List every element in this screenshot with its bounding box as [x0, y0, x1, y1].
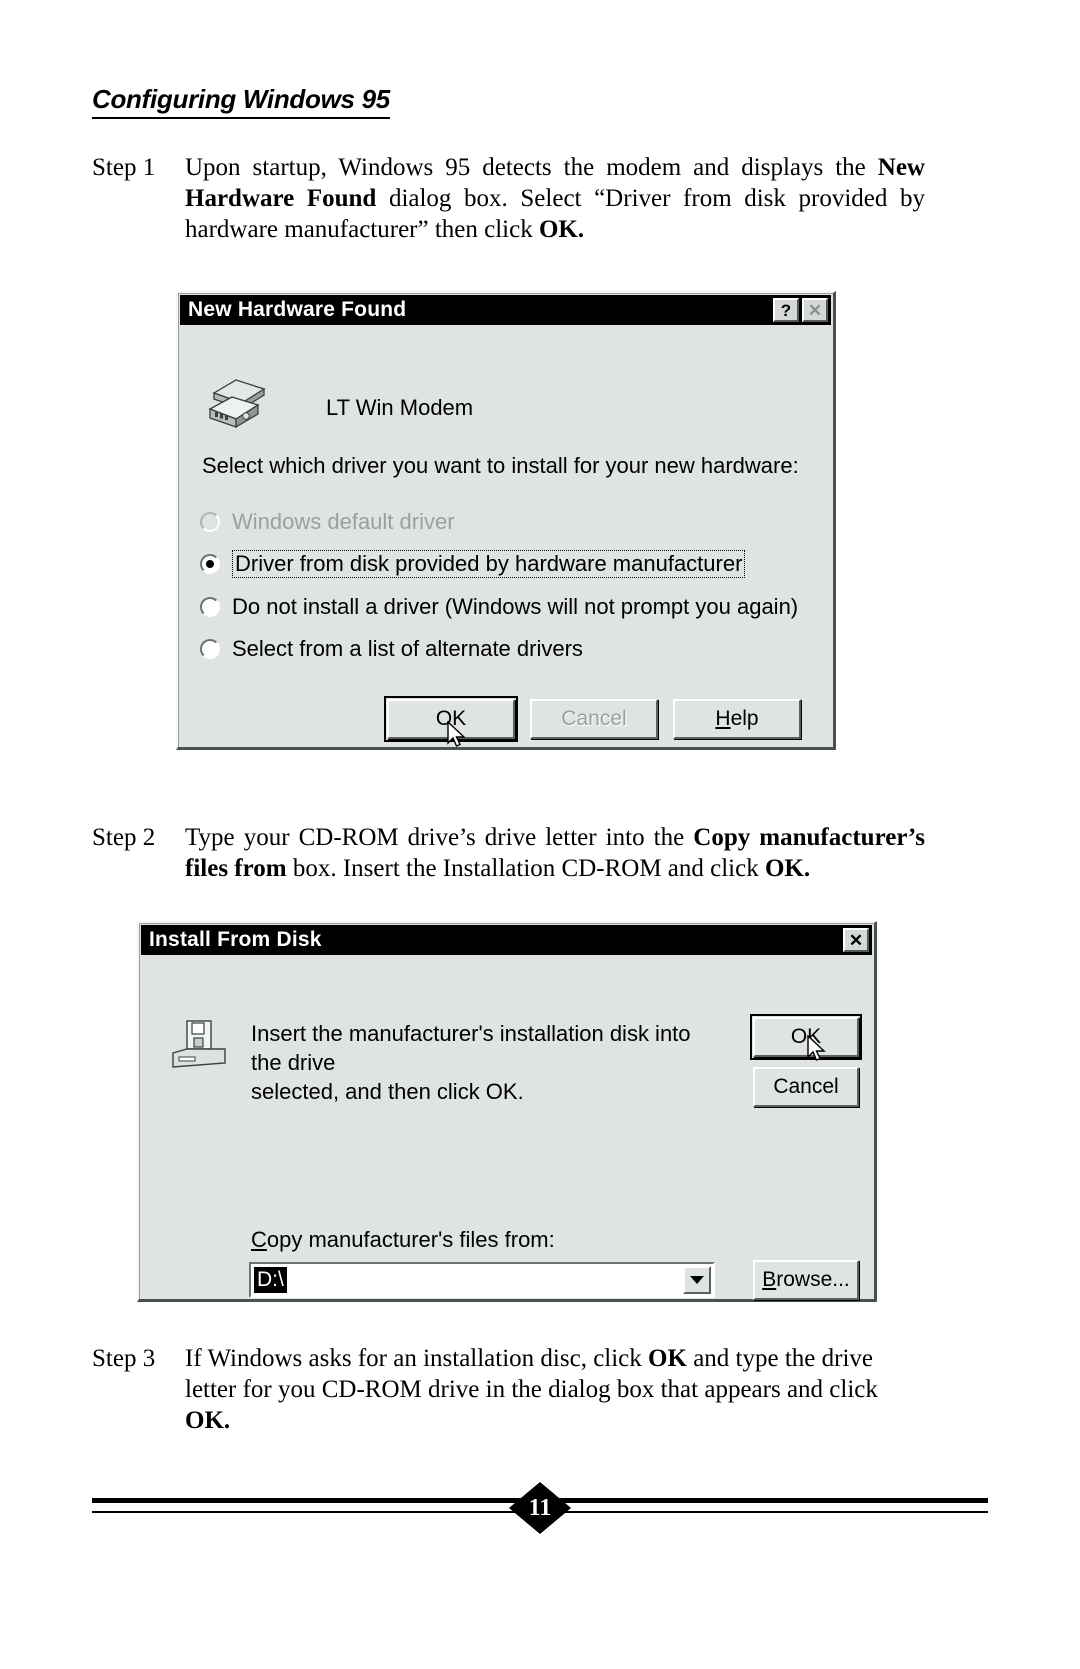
help-button[interactable]: Help — [673, 699, 801, 739]
radio-label: Select from a list of alternate drivers — [232, 636, 583, 661]
browse-button-label: Browse... — [762, 1268, 850, 1291]
step-1-label: Step 1 — [92, 154, 156, 181]
new-hardware-titlebar[interactable]: New Hardware Found ? ✕ — [180, 295, 831, 325]
ok-button[interactable]: OK — [750, 1014, 862, 1061]
modem-icon — [208, 379, 266, 429]
step-3-text-part-2: OK — [648, 1345, 687, 1372]
cancel-button[interactable]: Cancel — [753, 1067, 859, 1107]
browse-button[interactable]: Browse... — [753, 1260, 859, 1300]
help-icon[interactable]: ? — [773, 298, 799, 322]
step-3-label: Step 3 — [92, 1345, 156, 1372]
new-hardware-body: LT Win Modem Select which driver you wan… — [178, 327, 833, 781]
step-3-text-part-4: OK. — [185, 1407, 231, 1434]
driver-prompt-text: Select which driver you want to install … — [202, 453, 799, 478]
step-2-body: Type your CD-ROM drive’s drive letter in… — [185, 822, 925, 884]
step-2-text-part-4: OK. — [764, 855, 811, 882]
install-from-disk-titlebar[interactable]: Install From Disk ✕ — [141, 925, 872, 955]
radio-icon[interactable] — [200, 512, 220, 532]
floppy-disk-icon — [172, 1020, 226, 1068]
radio-label: Do not install a driver (Windows will no… — [232, 594, 799, 619]
step-1: Step 1 Upon startup, Windows 95 detects … — [92, 152, 925, 245]
step-2: Step 2 Type your CD-ROM drive’s drive le… — [92, 822, 925, 884]
document-page: Configuring Windows 95 Step 1 Upon start… — [0, 0, 1080, 1669]
cancel-button[interactable]: Cancel — [530, 699, 658, 739]
step-2-text-part-3: box. Insert the Installation CD-ROM and … — [286, 855, 765, 882]
radio-driver-from-disk[interactable]: Driver from disk provided by hardware ma… — [200, 549, 746, 579]
step-3-body: If Windows asks for an installation disc… — [185, 1343, 925, 1436]
cancel-button-label: Cancel — [773, 1075, 839, 1098]
radio-select-alternate-drivers[interactable]: Select from a list of alternate drivers — [200, 634, 583, 664]
close-icon[interactable]: ✕ — [802, 298, 828, 322]
ok-button-label: OK — [435, 707, 467, 730]
install-from-disk-title: Install From Disk — [149, 928, 322, 951]
radio-label: Windows default driver — [232, 509, 455, 534]
radio-icon[interactable] — [200, 639, 220, 659]
step-1-text-part-4: OK. — [538, 216, 585, 243]
step-3-text-part-1: If Windows asks for an installation disc… — [185, 1345, 649, 1372]
ok-button-label: OK — [790, 1025, 822, 1048]
copy-from-combobox[interactable]: D:\ — [249, 1262, 715, 1298]
chevron-down-icon[interactable] — [683, 1266, 711, 1294]
page-section-heading: Configuring Windows 95 — [92, 85, 390, 119]
radio-do-not-install-driver[interactable]: Do not install a driver (Windows will no… — [200, 592, 798, 622]
radio-windows-default-driver[interactable]: Windows default driver — [200, 507, 455, 537]
step-1-body: Upon startup, Windows 95 detects the mod… — [185, 152, 925, 245]
page-number-badge: 11 — [509, 1482, 571, 1534]
close-icon[interactable]: ✕ — [843, 928, 869, 952]
new-hardware-found-dialog[interactable]: New Hardware Found ? ✕ LT Win Modem Sele… — [176, 291, 836, 750]
copy-from-label: Copy manufacturer's files from: — [251, 1227, 555, 1252]
radio-icon[interactable] — [200, 597, 220, 617]
cancel-button-label: Cancel — [561, 707, 627, 730]
ok-button[interactable]: OK — [384, 696, 518, 747]
new-hardware-title: New Hardware Found — [188, 298, 407, 321]
step-2-label: Step 2 — [92, 824, 156, 851]
install-instruction-text: Insert the manufacturer's installation d… — [251, 1019, 721, 1106]
step-2-text-part-1: Type your CD-ROM drive’s drive letter in… — [185, 824, 694, 851]
install-instruction-line-2: selected, and then click OK. — [251, 1079, 524, 1104]
page-number: 11 — [528, 1494, 552, 1521]
install-instruction-line-1: Insert the manufacturer's installation d… — [251, 1021, 691, 1075]
radio-icon[interactable] — [200, 554, 220, 574]
step-3: Step 3 If Windows asks for an installati… — [92, 1343, 925, 1436]
radio-label: Driver from disk provided by hardware ma… — [232, 550, 746, 578]
device-name-label: LT Win Modem — [326, 395, 474, 420]
install-from-disk-dialog[interactable]: Install From Disk ✕ Insert the manufactu… — [137, 921, 877, 1302]
help-button-label: Help — [715, 707, 759, 730]
install-from-disk-body: Insert the manufacturer's installation d… — [139, 957, 874, 1333]
step-1-text-part-1: Upon startup, Windows 95 detects the mod… — [185, 154, 878, 181]
copy-from-value[interactable]: D:\ — [254, 1267, 287, 1293]
copy-from-label-rest: opy manufacturer's files from: — [266, 1227, 555, 1252]
